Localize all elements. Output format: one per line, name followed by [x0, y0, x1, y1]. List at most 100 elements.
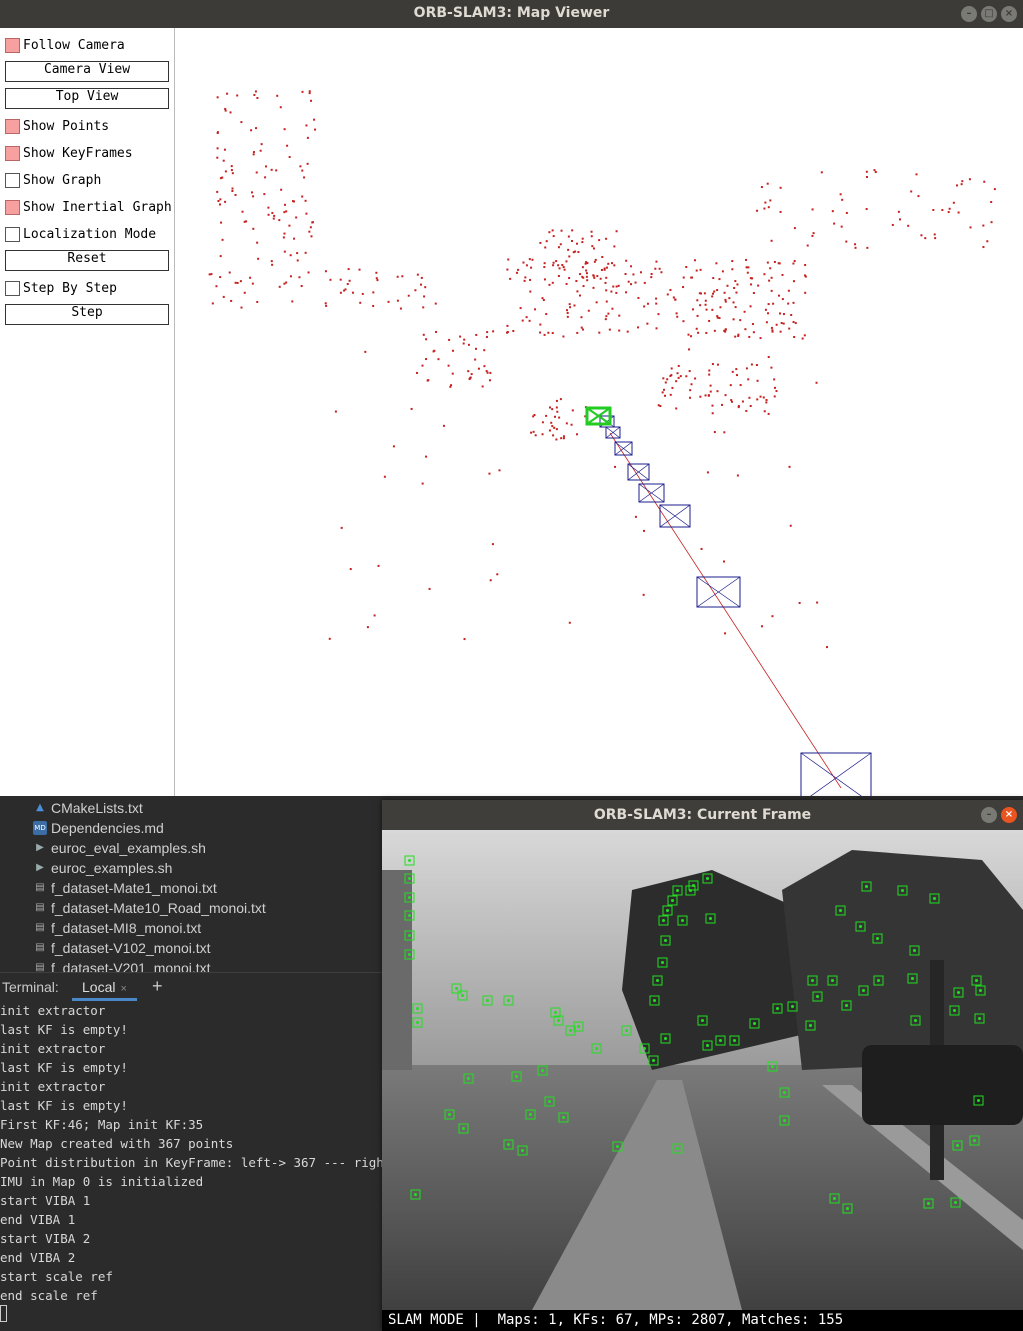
keyframe[interactable]: [659, 504, 691, 528]
terminal-line: IMU in Map 0 is initialized: [0, 1174, 204, 1189]
feature-point: [692, 884, 695, 887]
terminal-line: Point distribution in KeyFrame: left-> 3…: [0, 1155, 382, 1170]
map-point: [816, 601, 819, 604]
map-point: [592, 286, 595, 289]
map-point: [604, 281, 607, 284]
map-point: [308, 230, 311, 233]
tab-local[interactable]: Local ×: [72, 973, 137, 1001]
map-point: [396, 275, 399, 278]
file-item[interactable]: ▤ f_dataset-V201_monoi.txt: [33, 958, 210, 972]
map-point: [581, 328, 584, 331]
step-by-step-toggle[interactable]: Step By Step: [5, 278, 117, 298]
map-point: [565, 422, 568, 425]
map-point: [627, 280, 630, 283]
map-point: [219, 255, 222, 258]
map-point: [552, 261, 555, 264]
map-point: [600, 268, 603, 271]
map-point: [469, 376, 472, 379]
map-point: [969, 226, 972, 229]
show-graph-toggle[interactable]: Show Graph: [5, 170, 101, 190]
map-point: [599, 277, 602, 280]
map-point: [489, 579, 492, 582]
map-point: [224, 107, 227, 110]
file-item[interactable]: ▤ f_dataset-V102_monoi.txt: [33, 938, 210, 958]
map-point: [249, 276, 252, 279]
follow-camera-checkbox[interactable]: [5, 37, 20, 53]
map-point: [760, 625, 763, 628]
show-inertial-graph-toggle[interactable]: Show Inertial Graph: [5, 197, 172, 217]
follow-camera-toggle[interactable]: Follow Camera: [5, 35, 125, 55]
reset-button[interactable]: Reset: [5, 250, 169, 271]
map-point: [724, 328, 727, 331]
map-point: [873, 169, 876, 172]
map-point: [217, 199, 220, 202]
keyframe[interactable]: [800, 752, 872, 796]
map-point: [451, 372, 454, 375]
map-point: [506, 324, 509, 327]
show-points-checkbox[interactable]: [5, 118, 20, 134]
map-point: [222, 159, 225, 162]
show-points-toggle[interactable]: Show Points: [5, 116, 109, 136]
file-item[interactable]: ▶ euroc_examples.sh: [33, 858, 172, 878]
show-keyframes-checkbox[interactable]: [5, 145, 20, 161]
keyframe[interactable]: [605, 426, 621, 439]
file-name: euroc_examples.sh: [51, 860, 173, 876]
show-keyframes-toggle[interactable]: Show KeyFrames: [5, 143, 133, 163]
camera-view-button[interactable]: Camera View: [5, 61, 169, 82]
map-point: [522, 261, 525, 264]
file-item[interactable]: ▲ CMakeLists.txt: [33, 798, 143, 818]
map-point: [706, 471, 709, 474]
feature-point: [625, 1029, 628, 1032]
map-point: [748, 335, 751, 338]
terminal-output[interactable]: init extractor last KF is empty! init extr…: [0, 1001, 382, 1331]
control-panel: Follow Camera Camera View Top View Show …: [0, 28, 175, 796]
close-icon[interactable]: ×: [1001, 807, 1017, 823]
show-keyframes-label: Show KeyFrames: [23, 145, 133, 161]
map-point: [562, 266, 565, 269]
maximize-icon[interactable]: □: [981, 6, 997, 22]
file-item[interactable]: ▤ f_dataset-Mate10_Road_monoi.txt: [33, 898, 266, 918]
show-graph-checkbox[interactable]: [5, 172, 20, 188]
feature-point: [416, 1007, 419, 1010]
map-point: [657, 404, 660, 407]
terminal-line: New Map created with 367 points: [0, 1136, 234, 1151]
cmake-icon: ▲: [36, 802, 44, 813]
show-inertial-graph-checkbox[interactable]: [5, 199, 20, 215]
step-by-step-checkbox[interactable]: [5, 280, 20, 296]
map-point: [897, 210, 900, 213]
map-viewer-titlebar[interactable]: ORB-SLAM3: Map Viewer – □ ×: [0, 0, 1023, 28]
feature-point: [913, 949, 916, 952]
feature-point: [548, 1100, 551, 1103]
file-item[interactable]: ▤ f_dataset-MI8_monoi.txt: [33, 918, 201, 938]
map-point: [348, 279, 351, 282]
map-point: [804, 291, 807, 294]
file-item[interactable]: MD Dependencies.md: [33, 818, 164, 838]
map-point: [570, 423, 573, 426]
minimize-icon[interactable]: –: [981, 807, 997, 823]
keyframe[interactable]: [696, 576, 741, 608]
map-point: [655, 260, 658, 263]
new-terminal-button[interactable]: +: [152, 976, 163, 997]
file-item[interactable]: ▤ f_dataset-Mate1_monoi.txt: [33, 878, 217, 898]
minimize-icon[interactable]: –: [961, 6, 977, 22]
keyframe[interactable]: [638, 483, 665, 503]
map-point: [625, 291, 628, 294]
map-point: [435, 330, 438, 333]
current-frame-titlebar[interactable]: ORB-SLAM3: Current Frame – ×: [382, 800, 1023, 830]
file-item[interactable]: ▶ euroc_eval_examples.sh: [33, 838, 206, 858]
localization-mode-toggle[interactable]: Localization Mode: [5, 224, 156, 244]
tab-close-icon[interactable]: ×: [120, 983, 126, 995]
map-point: [716, 390, 719, 393]
map-point: [477, 367, 480, 370]
close-icon[interactable]: ×: [1001, 6, 1017, 22]
map-3d-view[interactable]: [176, 28, 1023, 796]
top-view-button[interactable]: Top View: [5, 88, 169, 109]
localization-mode-checkbox[interactable]: [5, 226, 20, 242]
step-button[interactable]: Step: [5, 304, 169, 325]
keyframe[interactable]: [627, 463, 650, 481]
map-point: [528, 319, 531, 322]
map-point: [756, 209, 759, 212]
map-point: [582, 285, 585, 288]
feature-point: [455, 987, 458, 990]
map-point: [488, 379, 491, 382]
